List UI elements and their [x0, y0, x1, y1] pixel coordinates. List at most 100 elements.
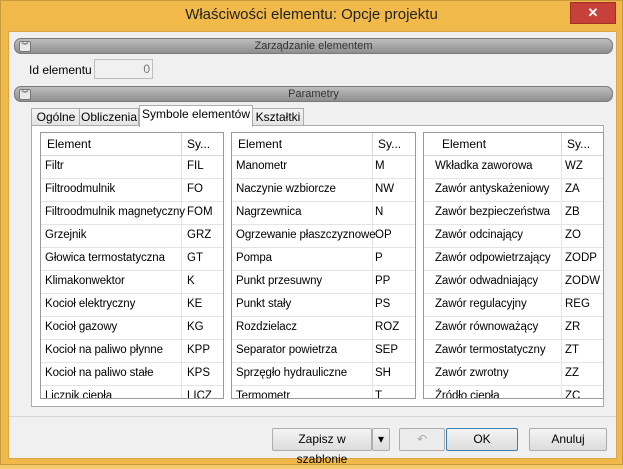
close-button[interactable]: ✕	[570, 2, 616, 24]
table-row[interactable]: Punkt przesuwny PP	[232, 271, 415, 294]
cell-element: Zawór równoważący	[435, 321, 539, 333]
table-row[interactable]: Termometr T	[232, 386, 415, 399]
cell-element: Sprzęgło hydrauliczne	[236, 367, 348, 379]
table-row[interactable]: Punkt stały PS	[232, 294, 415, 317]
table-row[interactable]: Rozdzielacz ROZ	[232, 317, 415, 340]
cell-symbol: ZA	[565, 183, 580, 195]
cell-symbol: ZB	[565, 206, 580, 218]
tab-panel-symbols: Element Sy... Filtr FIL Filtroodmulnik FO …	[31, 125, 604, 407]
section-params-header[interactable]: ︾ Parametry	[14, 86, 613, 102]
table-row[interactable]: Ogrzewanie płaszczyznowe OP	[232, 225, 415, 248]
table-row[interactable]: Pompa P	[232, 248, 415, 271]
table-row[interactable]: Zawór odcinający ZO	[424, 225, 603, 248]
cell-symbol: N	[375, 206, 384, 218]
section-manage-header[interactable]: ︾ Zarządzanie elementem	[14, 38, 613, 54]
dialog-window: Właściwości elementu: Opcje projektu ✕ ︾…	[0, 0, 623, 466]
cell-element: Kocioł na paliwo płynne	[45, 344, 163, 356]
grid-rows: Wkładka zaworowa WZ Zawór antyskażeniowy Z…	[424, 156, 603, 399]
id-label: Id elementu	[29, 63, 92, 77]
symbols-grid-1[interactable]: Element Sy... Filtr FIL Filtroodmulnik FO …	[40, 132, 224, 399]
cell-element: Filtr	[45, 160, 64, 172]
table-row[interactable]: Wkładka zaworowa WZ	[424, 156, 603, 179]
save-template-button[interactable]: Zapisz w szablonie	[272, 428, 372, 466]
table-row[interactable]: Sprzęgło hydrauliczne SH	[232, 363, 415, 386]
cancel-button[interactable]: Anuluj	[529, 428, 607, 451]
symbols-grid-3[interactable]: Element Sy... Wkładka zaworowa WZ Zawór a…	[423, 132, 604, 399]
footer-divider	[9, 416, 616, 417]
cell-element: Licznik ciepła	[45, 390, 112, 399]
table-row[interactable]: Naczynie wzbiorcze NW	[232, 179, 415, 202]
column-header-symbol[interactable]: Sy...	[378, 137, 401, 151]
column-separator	[372, 133, 373, 155]
cell-element: Źródło ciepła	[435, 390, 500, 399]
tab-symbole-elementow[interactable]: Symbole elementów	[139, 105, 253, 127]
cell-symbol: K	[187, 275, 195, 287]
tab-ksztaltki[interactable]: Kształtki	[252, 108, 304, 126]
table-row[interactable]: Grzejnik GRZ	[41, 225, 223, 248]
table-row[interactable]: Zawór antyskażeniowy ZA	[424, 179, 603, 202]
cell-element: Termometr	[236, 390, 291, 399]
cell-element: Separator powietrza	[236, 344, 338, 356]
table-row[interactable]: Zawór odwadniający ZODW	[424, 271, 603, 294]
table-row[interactable]: Licznik ciepła LICZ	[41, 386, 223, 399]
table-row[interactable]: Filtroodmulnik FO	[41, 179, 223, 202]
cell-symbol: ZODP	[565, 252, 597, 264]
table-row[interactable]: Filtroodmulnik magnetyczny FOM	[41, 202, 223, 225]
cell-element: Kocioł elektryczny	[45, 298, 136, 310]
cell-symbol: WZ	[565, 160, 583, 172]
cell-symbol: ZZ	[565, 367, 580, 379]
column-header-symbol[interactable]: Sy...	[567, 137, 590, 151]
grid-rows: Manometr M Naczynie wzbiorcze NW Nagrzewni…	[232, 156, 415, 399]
table-row[interactable]: Głowica termostatyczna GT	[41, 248, 223, 271]
cell-element: Kocioł na paliwo stałe	[45, 367, 154, 379]
cell-symbol: REG	[565, 298, 590, 310]
cell-symbol: OP	[375, 229, 392, 241]
cell-symbol: PP	[375, 275, 391, 287]
column-header-element[interactable]: Element	[47, 137, 91, 151]
table-row[interactable]: Kocioł na paliwo stałe KPS	[41, 363, 223, 386]
table-row[interactable]: Kocioł gazowy KG	[41, 317, 223, 340]
cell-symbol: SH	[375, 367, 391, 379]
table-row[interactable]: Zawór termostatyczny ZT	[424, 340, 603, 363]
cell-symbol: KE	[187, 298, 203, 310]
save-template-dropdown-button[interactable]: ▾	[372, 428, 390, 451]
cell-symbol: GT	[187, 252, 203, 264]
title-bar[interactable]: Właściwości elementu: Opcje projektu ✕	[1, 1, 622, 31]
cell-element: Punkt przesuwny	[236, 275, 323, 287]
tab-obliczenia[interactable]: Obliczenia	[79, 108, 139, 126]
table-row[interactable]: Zawór odpowietrzający ZODP	[424, 248, 603, 271]
table-row[interactable]: Kocioł elektryczny KE	[41, 294, 223, 317]
tab-ogolne[interactable]: Ogólne	[31, 108, 81, 126]
cell-element: Zawór antyskażeniowy	[435, 183, 550, 195]
column-header-element[interactable]: Element	[442, 137, 486, 151]
ok-button[interactable]: OK	[446, 428, 518, 451]
table-row[interactable]: Zawór zwrotny ZZ	[424, 363, 603, 386]
cell-element: Zawór regulacyjny	[435, 298, 527, 310]
table-row[interactable]: Manometr M	[232, 156, 415, 179]
cell-element: Naczynie wzbiorcze	[236, 183, 336, 195]
table-row[interactable]: Separator powietrza SEP	[232, 340, 415, 363]
symbols-grid-2[interactable]: Element Sy... Manometr M Naczynie wzbiorc…	[231, 132, 416, 399]
column-header-element[interactable]: Element	[238, 137, 282, 151]
cell-symbol: FOM	[187, 206, 213, 218]
cell-symbol: PS	[375, 298, 391, 310]
table-row[interactable]: Zawór regulacyjny REG	[424, 294, 603, 317]
table-row[interactable]: Zawór równoważący ZR	[424, 317, 603, 340]
table-row[interactable]: Klimakonwektor K	[41, 271, 223, 294]
cell-element: Filtroodmulnik	[45, 183, 116, 195]
table-row[interactable]: Kocioł na paliwo płynne KPP	[41, 340, 223, 363]
column-header-symbol[interactable]: Sy...	[187, 137, 210, 151]
table-row[interactable]: Zawór bezpieczeństwa ZB	[424, 202, 603, 225]
dialog-client: ︾ Zarządzanie elementem Id elementu 0 ︾ …	[8, 31, 617, 466]
table-row[interactable]: Filtr FIL	[41, 156, 223, 179]
cell-element: Rozdzielacz	[236, 321, 297, 333]
table-row[interactable]: Nagrzewnica N	[232, 202, 415, 225]
cell-symbol: SEP	[375, 344, 399, 356]
cell-element: Zawór odpowietrzający	[435, 252, 551, 264]
window-title: Właściwości elementu: Opcje projektu	[185, 6, 438, 23]
id-field: 0	[94, 59, 153, 79]
table-row[interactable]: Źródło ciepła ZC	[424, 386, 603, 399]
cell-element: Zawór odwadniający	[435, 275, 539, 287]
grid-rows: Filtr FIL Filtroodmulnik FO Filtroodmulnik…	[41, 156, 223, 399]
undo-button[interactable]: ↶	[399, 428, 445, 451]
